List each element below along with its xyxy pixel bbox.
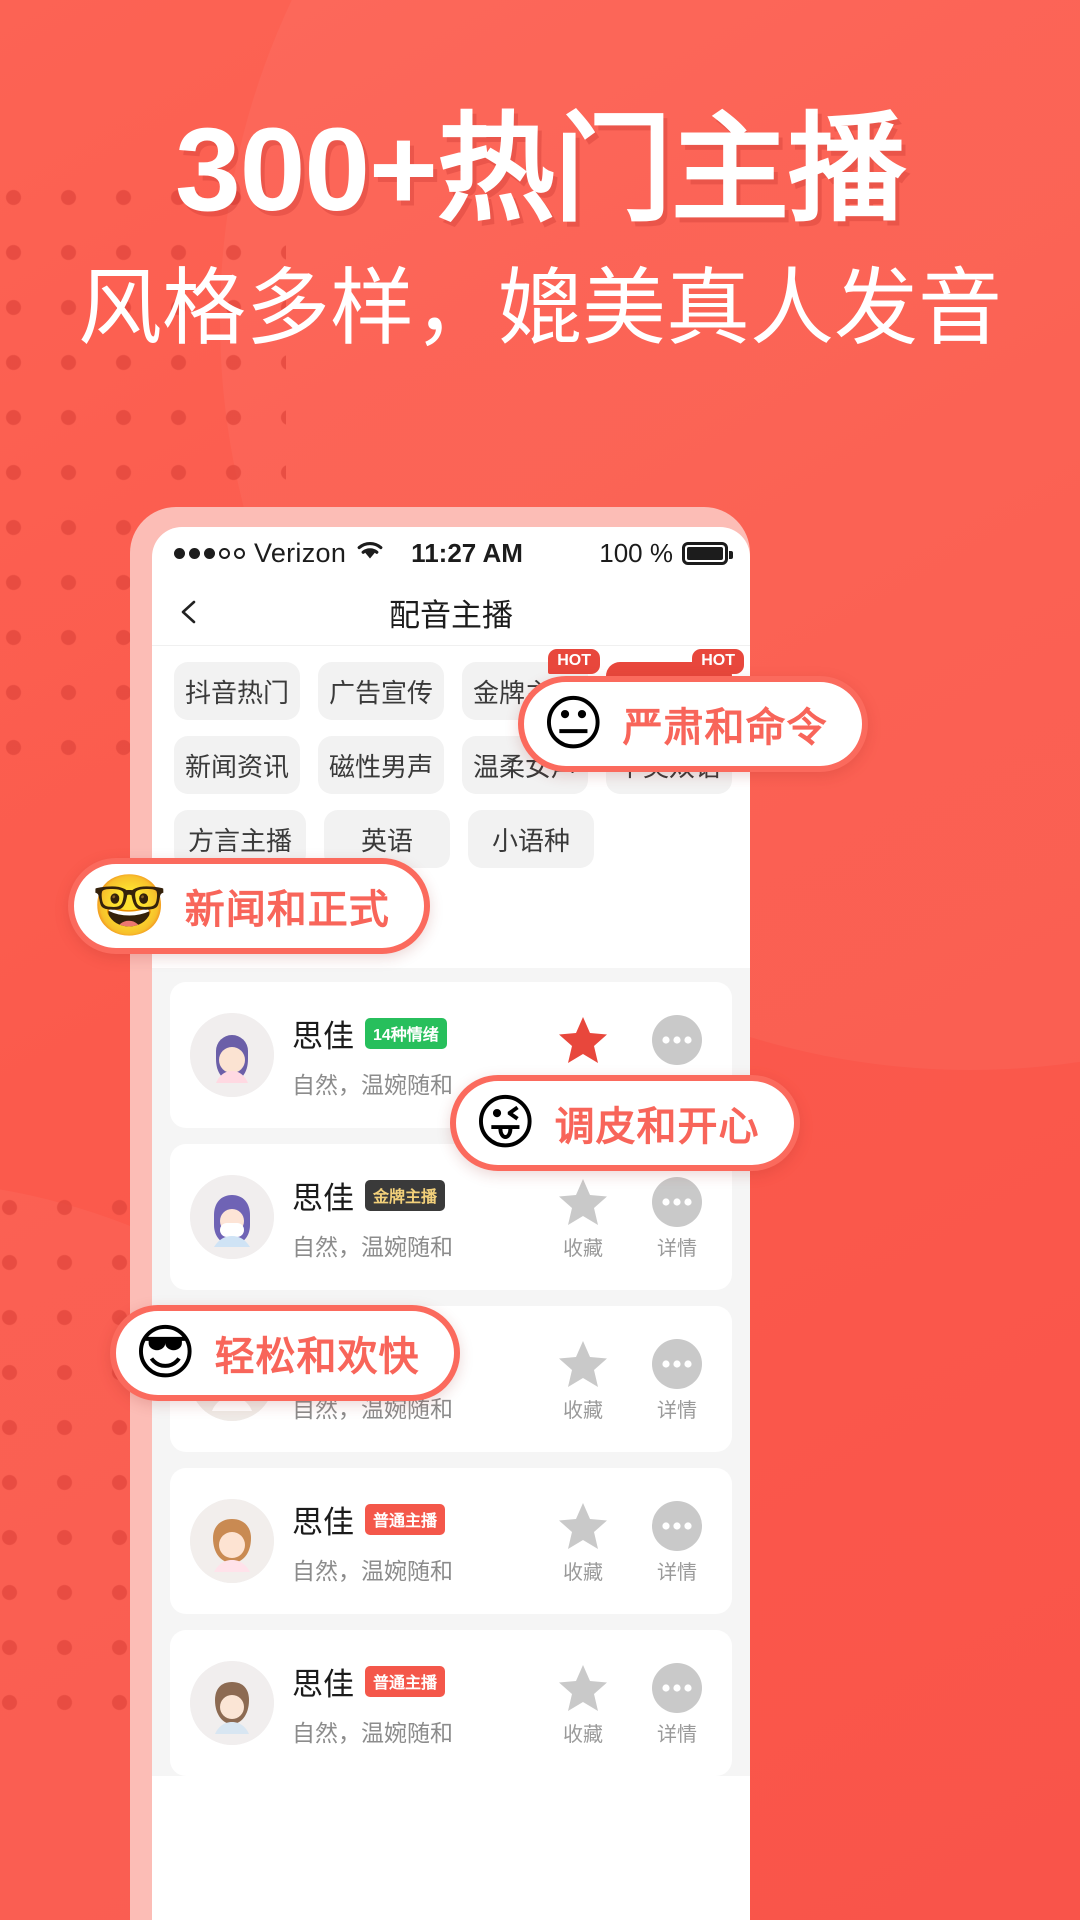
card-actions: 收藏 详情	[550, 1174, 710, 1261]
star-icon	[550, 1336, 616, 1392]
ellipsis-icon	[644, 1660, 710, 1716]
voice-actor-name-line: 思佳 金牌主播	[292, 1173, 536, 1218]
voice-actor-name-line: 思佳普通主播	[292, 1497, 536, 1542]
filter-chip[interactable]: 抖音热门	[174, 662, 300, 720]
detail-label: 详情	[657, 1399, 697, 1422]
hot-badge: HOT	[692, 649, 744, 674]
filter-chip-label: 抖音热门	[185, 677, 290, 708]
voice-actor-tag: 14种情绪	[365, 1017, 447, 1049]
ellipsis-icon	[644, 1012, 710, 1068]
voice-actor-description: 自然，温婉随和	[292, 1233, 453, 1260]
detail-label: 详情	[657, 1561, 697, 1584]
star-icon	[550, 1498, 616, 1554]
voice-actor-name-line: 思佳 14种情绪	[292, 1011, 536, 1056]
callout-label: 调皮和开心	[554, 1105, 760, 1149]
favorite-button[interactable]: 收藏	[550, 1660, 616, 1747]
favorite-button[interactable]: 收藏	[550, 1498, 616, 1585]
voice-actor-name: 思佳	[292, 1018, 354, 1054]
filter-chip-label: 新闻资讯	[185, 751, 290, 782]
voice-actor-meta: 思佳 金牌主播自然，温婉随和	[292, 1173, 536, 1262]
signal-strength-icon	[174, 547, 245, 559]
voice-actor-name: 思佳	[292, 1666, 354, 1702]
voice-actor-meta: 思佳普通主播自然，温婉随和	[292, 1497, 536, 1586]
neutral-face-emoji: 😐	[542, 690, 605, 757]
filter-chip-label: 磁性男声	[329, 751, 434, 782]
voice-actor-name: 思佳	[292, 1180, 354, 1216]
filter-chip[interactable]: 小语种	[468, 810, 595, 868]
promo-subheadline: 风格多样，媲美真人发音	[77, 261, 1002, 356]
status-bar-left: Verizon	[174, 538, 385, 569]
callout-label: 轻松和欢快	[214, 1335, 420, 1379]
favorite-label: 收藏	[563, 1561, 603, 1584]
battery-icon	[682, 541, 733, 565]
avatar	[190, 1661, 274, 1745]
card-actions: 收藏 详情	[550, 1660, 710, 1747]
status-bar: Verizon 11:27 AM 100 %	[152, 527, 750, 579]
callout-bubble-relaxed: 😎 轻松和欢快	[110, 1305, 460, 1401]
detail-button[interactable]: 详情	[644, 1174, 710, 1261]
promo-headline: 300+热门主播	[175, 104, 906, 236]
star-icon	[550, 1660, 616, 1716]
ellipsis-icon	[644, 1336, 710, 1392]
filter-chip[interactable]: 新闻资讯	[174, 736, 300, 794]
filter-chip[interactable]: 广告宣传	[318, 662, 444, 720]
voice-actor-meta: 思佳普通主播自然，温婉随和	[292, 1659, 536, 1748]
callout-bubble-serious: 😐 严肃和命令	[518, 676, 868, 772]
ellipsis-icon	[644, 1174, 710, 1230]
avatar	[190, 1175, 274, 1259]
filter-chip-label: 广告宣传	[329, 677, 434, 708]
star-icon	[550, 1174, 616, 1230]
detail-button[interactable]: 详情	[644, 1498, 710, 1585]
detail-label: 详情	[657, 1237, 697, 1260]
favorite-button[interactable]: 收藏	[550, 1336, 616, 1423]
voice-actor-description: 自然，温婉随和	[292, 1557, 453, 1584]
battery-percent-label: 100 %	[599, 537, 673, 568]
promo-headline-block: 300+热门主播 风格多样，媲美真人发音	[0, 104, 1080, 357]
app-navigation-bar: 配音主播	[152, 579, 750, 645]
voice-actor-name: 思佳	[292, 1504, 354, 1540]
carrier-label: Verizon	[254, 537, 347, 568]
detail-button[interactable]: 详情	[644, 1660, 710, 1747]
voice-actor-card[interactable]: 思佳普通主播自然，温婉随和收藏详情	[170, 1630, 732, 1776]
winking-face-tongue-emoji: 😜	[474, 1089, 537, 1156]
voice-actor-tag: 普通主播	[365, 1665, 446, 1697]
voice-actor-tag: 金牌主播	[365, 1179, 446, 1211]
status-bar-right: 100 %	[599, 537, 733, 569]
filter-chip-label: 方言主播	[188, 825, 293, 856]
detail-button[interactable]: 详情	[644, 1336, 710, 1423]
callout-bubble-playful: 😜 调皮和开心	[450, 1075, 800, 1171]
favorite-label: 收藏	[563, 1237, 603, 1260]
clock-label: 11:27 AM	[411, 537, 523, 568]
callout-label: 严肃和命令	[622, 706, 828, 750]
sunglasses-face-emoji: 😎	[134, 1319, 197, 1386]
nerd-face-emoji: 🤓	[92, 872, 167, 939]
card-actions: 收藏 详情	[550, 1498, 710, 1585]
card-actions: 收藏 详情	[550, 1336, 710, 1423]
filter-chip[interactable]: 磁性男声	[318, 736, 444, 794]
back-button[interactable]	[174, 597, 204, 627]
filter-chip-label: 英语	[361, 825, 414, 856]
hot-badge: HOT	[548, 649, 600, 674]
voice-actor-tag: 普通主播	[365, 1503, 446, 1535]
callout-label: 新闻和正式	[184, 888, 390, 932]
favorite-button[interactable]: 收藏	[550, 1174, 616, 1261]
avatar	[190, 1499, 274, 1583]
detail-label: 详情	[657, 1723, 697, 1746]
favorite-label: 收藏	[563, 1399, 603, 1422]
voice-actor-card[interactable]: 思佳普通主播自然，温婉随和收藏详情	[170, 1468, 732, 1614]
ellipsis-icon	[644, 1498, 710, 1554]
callout-bubble-news: 🤓 新闻和正式	[68, 858, 430, 954]
star-icon	[550, 1012, 616, 1068]
wifi-icon	[355, 539, 385, 568]
avatar	[190, 1013, 274, 1097]
voice-actor-name-line: 思佳普通主播	[292, 1659, 536, 1704]
favorite-label: 收藏	[563, 1723, 603, 1746]
page-title: 配音主播	[389, 597, 513, 633]
voice-actor-description: 自然，温婉随和	[292, 1719, 453, 1746]
filter-chip-label: 小语种	[492, 825, 571, 856]
